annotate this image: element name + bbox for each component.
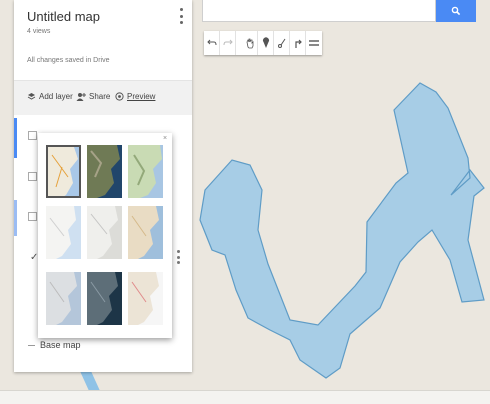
basemap-style-mono-city[interactable] <box>87 206 122 259</box>
dark-landmass-thumbnail <box>87 272 122 325</box>
views-count: 4 views <box>27 28 51 35</box>
layer-highlight <box>14 118 17 158</box>
basemap-style-whitewater[interactable] <box>128 272 163 325</box>
layer-checkbox[interactable] <box>28 131 37 140</box>
hand-icon <box>246 38 253 49</box>
panel-actions: Add layer Share Preview <box>14 81 192 115</box>
directions-icon <box>294 39 302 48</box>
layer-checkbox[interactable] <box>28 172 37 181</box>
layer-options-icon[interactable] <box>177 250 180 264</box>
basemap-style-picker: × <box>38 133 172 338</box>
add-layer-icon <box>27 93 36 100</box>
terrain-thumbnail <box>128 145 163 198</box>
ruler-icon <box>309 40 319 46</box>
add-person-icon <box>76 93 86 101</box>
whitewater-thumbnail <box>128 272 163 325</box>
redo-button[interactable] <box>220 31 236 55</box>
preview-label: Preview <box>127 92 156 101</box>
preview-icon <box>115 92 124 101</box>
basemap-style-dark-landmass[interactable] <box>87 272 122 325</box>
undo-icon <box>206 39 216 46</box>
collapse-icon <box>28 344 35 346</box>
measure-button[interactable] <box>306 31 322 55</box>
base-map-label: Base map <box>40 340 81 350</box>
share-label: Share <box>89 92 111 101</box>
basemap-style-terrain[interactable] <box>128 145 163 198</box>
search-button[interactable] <box>436 0 476 22</box>
draw-line-button[interactable] <box>274 31 290 55</box>
basemap-style-light-landmass[interactable] <box>46 272 81 325</box>
light-landmass-thumbnail <box>46 272 81 325</box>
close-icon[interactable]: × <box>163 135 167 142</box>
simple-atlas-thumbnail <box>128 206 163 259</box>
basemap-style-simple-atlas[interactable] <box>128 206 163 259</box>
basemap-style-light-political[interactable] <box>46 206 81 259</box>
mono-city-thumbnail <box>87 206 122 259</box>
more-options-icon[interactable] <box>180 8 184 24</box>
search-icon <box>451 6 461 16</box>
basemap-style-satellite[interactable] <box>87 145 122 198</box>
share-button[interactable]: Share <box>76 92 110 101</box>
add-marker-button[interactable] <box>258 31 274 55</box>
map-toolbar <box>204 31 322 55</box>
map-footer <box>0 390 490 404</box>
satellite-thumbnail <box>87 145 122 198</box>
basemap-style-map[interactable] <box>46 145 81 198</box>
preview-button[interactable]: Preview <box>115 92 155 101</box>
layer-highlight <box>14 200 17 236</box>
save-status: All changes saved in Drive <box>27 57 110 64</box>
add-layer-label: Add layer <box>39 92 73 101</box>
map-title[interactable]: Untitled map <box>27 9 100 24</box>
select-tool-button[interactable] <box>242 31 258 55</box>
layer-checkbox[interactable] <box>28 212 37 221</box>
light-political-thumbnail <box>46 206 81 259</box>
base-map-toggle[interactable]: Base map <box>28 340 81 350</box>
search-input[interactable] <box>202 0 436 22</box>
directions-button[interactable] <box>290 31 306 55</box>
add-layer-button[interactable]: Add layer <box>27 92 73 101</box>
marker-icon <box>262 37 269 48</box>
redo-icon <box>223 39 233 46</box>
map-thumbnail <box>48 147 79 196</box>
undo-button[interactable] <box>204 31 220 55</box>
draw-line-icon <box>277 38 285 48</box>
polygon-shape[interactable] <box>199 82 485 379</box>
